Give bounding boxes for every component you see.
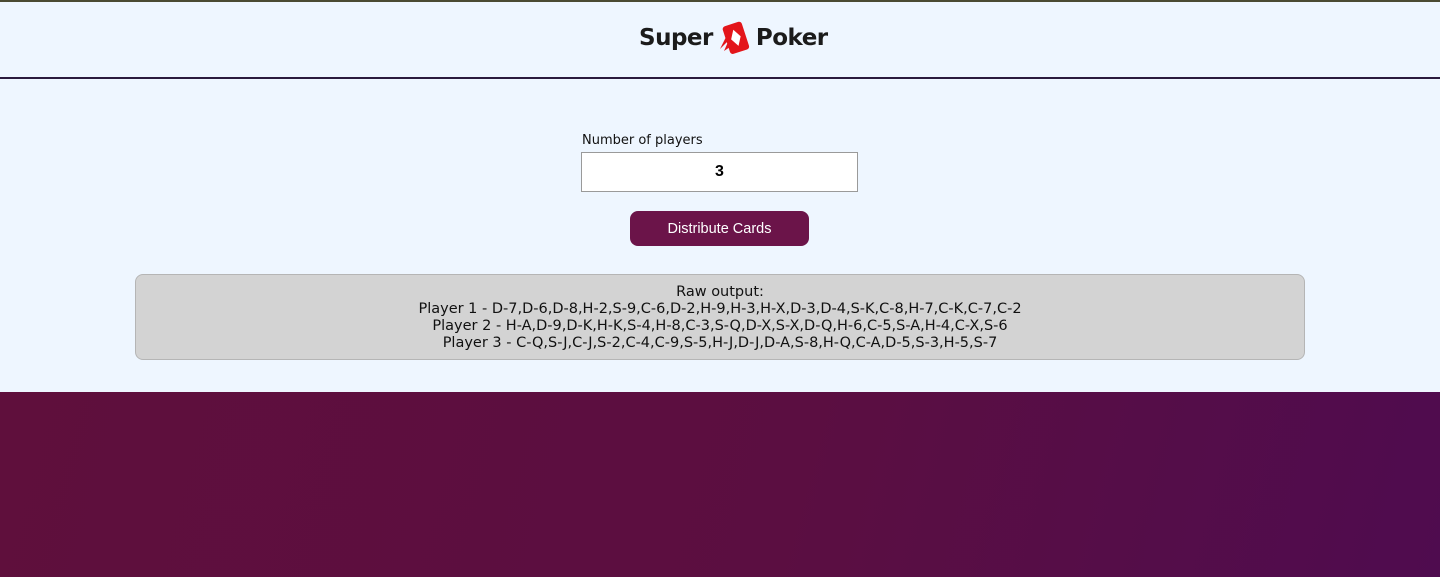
player-hand-line: Player 2 - H-A,D-9,D-K,H-K,S-4,H-8,C-3,S… bbox=[432, 318, 1008, 334]
raw-output-panel: Raw output: Player 1 - D-7,D-6,D-8,H-2,S… bbox=[135, 274, 1305, 360]
playing-card-icon bbox=[719, 21, 749, 54]
players-field-label: Number of players bbox=[582, 133, 703, 148]
distribute-cards-button[interactable]: Distribute Cards bbox=[630, 211, 809, 246]
page-footer bbox=[0, 392, 1440, 577]
app-header: Super Poker bbox=[0, 2, 1440, 79]
player-hand-line: Player 3 - C-Q,S-J,C-J,S-2,C-4,C-9,S-5,H… bbox=[442, 335, 998, 351]
players-count-input[interactable] bbox=[581, 152, 858, 192]
raw-output-heading: Raw output: bbox=[676, 284, 764, 300]
logo-word-poker: Poker bbox=[755, 24, 828, 51]
super-poker-logo[interactable]: Super Poker bbox=[639, 20, 828, 56]
logo-word-super: Super bbox=[639, 24, 713, 51]
player-hand-line: Player 1 - D-7,D-6,D-8,H-2,S-9,C-6,D-2,H… bbox=[418, 301, 1022, 317]
main-content: Number of players Distribute Cards Raw o… bbox=[0, 79, 1440, 392]
